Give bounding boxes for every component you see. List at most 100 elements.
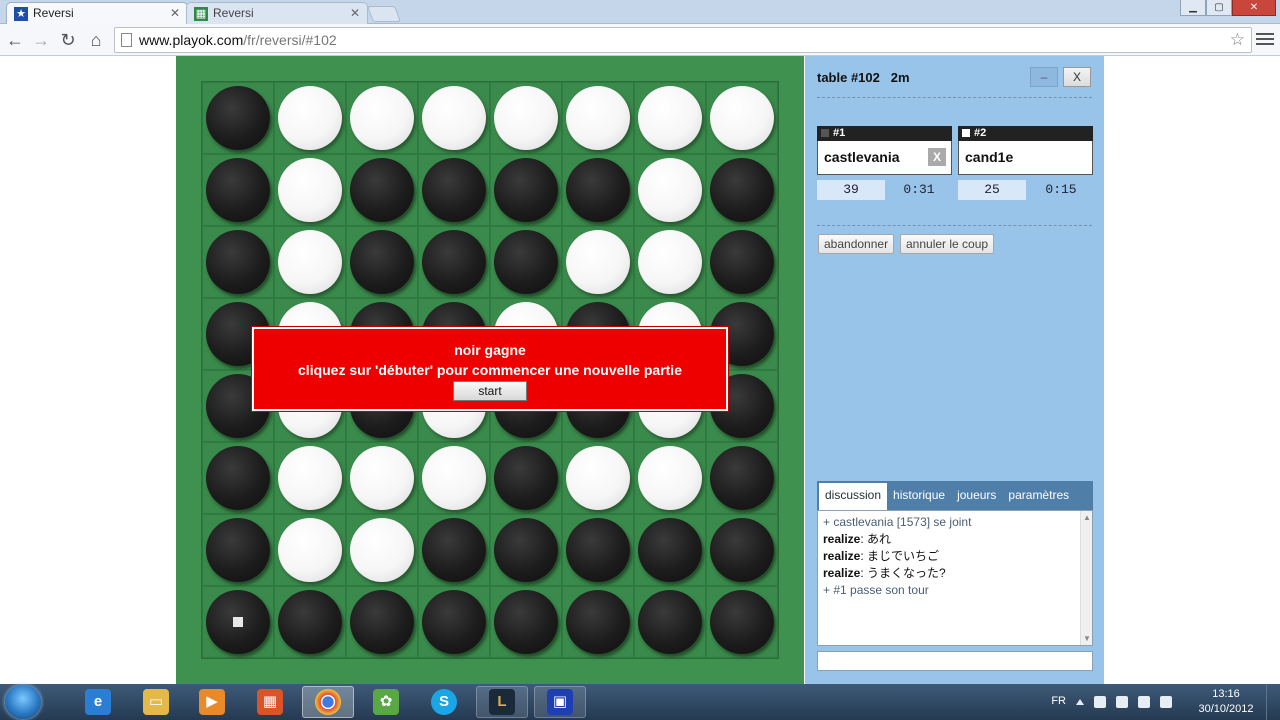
board-cell[interactable] <box>634 442 706 514</box>
taskbar-media-player[interactable]: ▶ <box>186 686 238 718</box>
board-cell[interactable] <box>202 82 274 154</box>
board-cell[interactable] <box>274 154 346 226</box>
action-center-flag-icon[interactable] <box>1094 696 1106 708</box>
address-bar[interactable]: www.playok.com/fr/reversi/#102 ☆ <box>114 27 1252 53</box>
minimize-table-button[interactable]: – <box>1030 67 1058 87</box>
board-cell[interactable] <box>346 514 418 586</box>
board-cell[interactable] <box>274 82 346 154</box>
maximize-window-icon[interactable]: ▢ <box>1206 0 1232 16</box>
kick-player-button[interactable]: X <box>928 148 946 166</box>
tab-close-icon[interactable]: ✕ <box>350 3 360 23</box>
board-cell[interactable] <box>706 442 778 514</box>
board-cell[interactable] <box>634 82 706 154</box>
board-cell[interactable] <box>706 586 778 658</box>
board-cell[interactable] <box>274 442 346 514</box>
board-cell[interactable] <box>274 586 346 658</box>
resign-button[interactable]: abandonner <box>818 234 895 254</box>
board-cell[interactable] <box>562 442 634 514</box>
board-cell[interactable] <box>274 226 346 298</box>
board-cell[interactable] <box>706 154 778 226</box>
menu-wrench-icon[interactable] <box>1256 30 1274 50</box>
start-button[interactable]: start <box>453 381 527 401</box>
board-cell[interactable] <box>346 442 418 514</box>
home-icon[interactable]: ⌂ <box>85 29 107 51</box>
forward-arrow-icon[interactable]: → <box>30 29 52 51</box>
board-cell[interactable] <box>346 226 418 298</box>
scroll-down-icon[interactable]: ▼ <box>1083 634 1091 643</box>
board-cell[interactable] <box>562 154 634 226</box>
show-hidden-icons-icon[interactable] <box>1076 699 1084 705</box>
scroll-up-icon[interactable]: ▲ <box>1083 513 1091 522</box>
board-cell[interactable] <box>706 514 778 586</box>
board-cell[interactable] <box>418 514 490 586</box>
board-cell[interactable] <box>490 442 562 514</box>
board-cell[interactable] <box>706 226 778 298</box>
windows-start-icon[interactable] <box>5 685 41 719</box>
board-cell[interactable] <box>562 226 634 298</box>
tab-joueurs[interactable]: joueurs <box>951 481 1002 510</box>
taskbar-internet-explorer[interactable]: e <box>72 686 124 718</box>
board-cell[interactable] <box>490 586 562 658</box>
browser-tab-reversi-active[interactable]: ★ Reversi ✕ <box>6 2 188 24</box>
back-arrow-icon[interactable]: ← <box>4 29 26 51</box>
board-cell[interactable] <box>490 82 562 154</box>
taskbar-league-of-legends[interactable]: L <box>476 686 528 718</box>
taskbar-messenger[interactable]: ✿ <box>360 686 412 718</box>
board-cell[interactable] <box>634 586 706 658</box>
taskbar-chrome[interactable] <box>302 686 354 718</box>
board-cell[interactable] <box>418 82 490 154</box>
board-cell[interactable] <box>202 586 274 658</box>
board-cell[interactable] <box>490 226 562 298</box>
tab-parametres[interactable]: paramètres <box>1002 481 1075 510</box>
new-tab-button[interactable] <box>367 6 401 22</box>
chat-input[interactable] <box>817 651 1093 671</box>
board-cell[interactable] <box>202 442 274 514</box>
board-cell[interactable] <box>202 514 274 586</box>
white-disc <box>710 86 774 150</box>
board-cell[interactable] <box>562 514 634 586</box>
tab-discussion[interactable]: discussion <box>819 483 888 510</box>
board-cell[interactable] <box>202 226 274 298</box>
reload-icon[interactable]: ↻ <box>57 29 79 51</box>
board-cell[interactable] <box>202 154 274 226</box>
taskbar-capture-app[interactable]: ▣ <box>534 686 586 718</box>
board-cell[interactable] <box>418 226 490 298</box>
board-cell[interactable] <box>418 154 490 226</box>
tab-close-icon[interactable]: ✕ <box>170 3 180 23</box>
tab-historique[interactable]: historique <box>887 481 951 510</box>
taskbar-skype[interactable]: S <box>418 686 470 718</box>
board-cell[interactable] <box>634 514 706 586</box>
system-clock[interactable]: 13:16 30/10/2012 <box>1194 687 1258 717</box>
board-cell[interactable] <box>418 442 490 514</box>
board-cell[interactable] <box>562 82 634 154</box>
network-signal-icon[interactable] <box>1138 696 1150 708</box>
undo-move-button[interactable]: annuler le coup <box>900 234 995 254</box>
board-cell[interactable] <box>346 82 418 154</box>
volume-icon[interactable] <box>1160 696 1172 708</box>
minimize-window-icon[interactable]: ▁ <box>1180 0 1206 16</box>
board-cell[interactable] <box>346 586 418 658</box>
power-icon[interactable] <box>1116 696 1128 708</box>
board-cell[interactable] <box>634 226 706 298</box>
board-cell[interactable] <box>634 154 706 226</box>
board-cell[interactable] <box>274 514 346 586</box>
bookmark-star-icon[interactable]: ☆ <box>1230 28 1245 52</box>
chat-message: : まじでいちご <box>860 549 940 563</box>
board-cell[interactable] <box>562 586 634 658</box>
board-cell[interactable] <box>418 586 490 658</box>
taskbar-office[interactable]: ▦ <box>244 686 296 718</box>
seat-2[interactable]: #2 cand1e <box>958 126 1093 176</box>
chat-scrollbar[interactable]: ▲ ▼ <box>1080 511 1092 645</box>
close-table-button[interactable]: X <box>1063 67 1091 87</box>
taskbar-explorer[interactable]: ▭ <box>130 686 182 718</box>
seat-1[interactable]: #1 castlevania X <box>817 126 952 176</box>
board-cell[interactable] <box>490 154 562 226</box>
board-cell[interactable] <box>706 82 778 154</box>
browser-tab-reversi-2[interactable]: ▦ Reversi ✕ <box>186 2 368 24</box>
language-indicator[interactable]: FR <box>1051 695 1066 707</box>
chat-log[interactable]: + castlevania [1573] se joint realize: あ… <box>817 510 1093 646</box>
board-cell[interactable] <box>346 154 418 226</box>
close-window-icon[interactable]: ✕ <box>1232 0 1276 16</box>
board-cell[interactable] <box>490 514 562 586</box>
show-desktop-button[interactable] <box>1266 684 1272 720</box>
